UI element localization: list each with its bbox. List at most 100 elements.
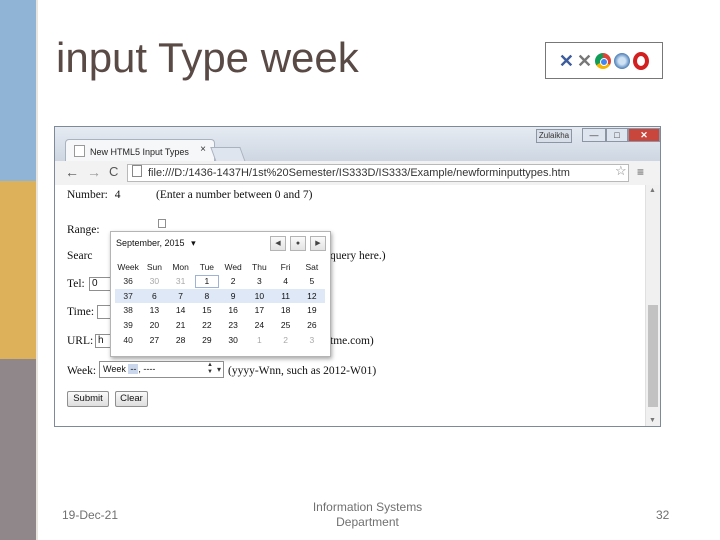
week-number-segment[interactable]: -- — [128, 364, 139, 374]
calendar-day-cell[interactable]: 12 — [298, 288, 325, 304]
tab-title: New HTML5 Input Types — [90, 147, 189, 157]
month-year-selector[interactable]: September, 2015 ▾ — [116, 238, 196, 249]
calendar-day-cell[interactable]: 4 — [273, 274, 299, 289]
calendar-day-cell[interactable]: 15 — [194, 303, 220, 318]
page-icon — [74, 145, 85, 157]
browser-window: New HTML5 Input Types × Zulaikha — □ ✕ ←… — [54, 126, 661, 427]
slide-accent-bar-yellow — [0, 181, 36, 359]
week-number-cell[interactable]: 38 — [115, 303, 141, 318]
week-number-cell[interactable]: 36 — [115, 274, 141, 289]
slide-number: 32 — [656, 508, 670, 522]
forward-arrow-icon[interactable]: → — [87, 164, 101, 180]
week-input[interactable]: Week --, ---- ▲ ▼ ▾ — [99, 361, 224, 378]
browser-titlebar: New HTML5 Input Types × Zulaikha — □ ✕ — [55, 127, 660, 162]
week-number-cell[interactable]: 37 — [115, 288, 142, 304]
range-slider-thumb[interactable] — [158, 219, 166, 228]
current-month-button[interactable]: ● — [290, 236, 306, 251]
calendar-week-row[interactable]: 38 13 14 15 16 17 18 19 — [115, 303, 325, 318]
number-value[interactable]: 4 — [115, 189, 121, 201]
calendar-day-cell[interactable]: 6 — [141, 288, 168, 304]
bookmark-star-icon[interactable]: ☆ — [615, 163, 627, 179]
calendar-header-cell: Tue — [199, 262, 215, 272]
week-hint: (yyyy-Wnn, such as 2012-W01) — [228, 365, 377, 377]
calendar-day-cell[interactable]: 21 — [168, 318, 194, 333]
calendar-day-cell[interactable]: 8 — [193, 288, 220, 304]
x-icon: ✕ — [577, 50, 593, 71]
page-scrollbar[interactable]: ▲ ▼ — [645, 185, 660, 426]
tab-close-icon[interactable]: × — [200, 144, 206, 155]
calendar-day-cell[interactable]: 18 — [273, 303, 299, 318]
browser-tab[interactable]: New HTML5 Input Types × — [65, 139, 215, 161]
calendar-day-cell[interactable]: 1 — [246, 332, 272, 347]
new-tab-button[interactable] — [210, 147, 246, 162]
week-number-cell[interactable]: 40 — [115, 332, 141, 347]
back-arrow-icon[interactable]: ← — [65, 164, 79, 180]
calendar-day-cell[interactable]: 9 — [220, 288, 247, 304]
tel-label: Tel: — [67, 278, 85, 290]
week-spinner-icon[interactable]: ▲ ▼ — [207, 362, 213, 376]
chrome-icon — [595, 52, 612, 69]
scroll-up-icon[interactable]: ▲ — [649, 187, 656, 194]
submit-button[interactable]: Submit — [67, 391, 109, 407]
file-icon — [132, 165, 142, 177]
calendar-day-cell[interactable]: 17 — [246, 303, 272, 318]
calendar-header-cell: Thu — [252, 262, 267, 272]
chevron-down-icon: ▾ — [191, 238, 196, 248]
calendar-day-cell[interactable]: 16 — [220, 303, 246, 318]
browser-logos-box: ✕ ✕ — [545, 42, 663, 79]
calendar-day-cell[interactable]: 30 — [220, 332, 246, 347]
minimize-button[interactable]: — — [582, 128, 606, 142]
calendar-day-cell[interactable]: 1 — [193, 274, 220, 289]
maximize-button[interactable]: □ — [606, 128, 628, 142]
calendar-day-cell[interactable]: 2 — [220, 274, 246, 289]
address-bar[interactable]: file:///D:/1436-1437H/1st%20Semester/IS3… — [127, 164, 629, 182]
calendar-header-cell: Wed — [224, 262, 242, 272]
week-number-cell[interactable]: 39 — [115, 318, 141, 333]
calendar-day-cell[interactable]: 27 — [141, 332, 167, 347]
calendar-week-row[interactable]: 39 20 21 22 23 24 25 26 — [115, 318, 325, 333]
calendar-week-row[interactable]: 40 27 28 29 30 1 2 3 — [115, 332, 325, 347]
calendar-day-cell[interactable]: 29 — [194, 332, 220, 347]
calendar-day-cell[interactable]: 13 — [141, 303, 167, 318]
calendar-day-cell[interactable]: 2 — [273, 332, 299, 347]
calendar-day-cell[interactable]: 23 — [220, 318, 246, 333]
calendar-day-cell[interactable]: 3 — [246, 274, 272, 289]
calendar-day-cell[interactable]: 7 — [167, 288, 194, 304]
slide-accent-bar-gray — [0, 359, 36, 540]
calendar-day-cell[interactable]: 30 — [141, 274, 167, 289]
menu-icon[interactable]: ≡ — [637, 165, 644, 179]
opera-icon — [633, 51, 650, 70]
profile-button[interactable]: Zulaikha — [536, 129, 572, 143]
reload-icon[interactable]: C — [109, 164, 118, 180]
calendar-day-cell[interactable]: 20 — [141, 318, 167, 333]
range-label: Range: — [67, 224, 100, 236]
footer-department: Information Systems Department — [312, 500, 423, 529]
scrollbar-thumb[interactable] — [648, 305, 658, 407]
week-calendar-grid: Week Sun Mon Tue Wed Thu Fri Sat 36 30 31 1 2 3 4 5 37 6… — [115, 260, 325, 347]
week-dropdown-icon[interactable]: ▾ — [217, 362, 221, 377]
calendar-day-cell[interactable]: 24 — [246, 318, 272, 333]
calendar-day-cell[interactable]: 5 — [299, 274, 325, 289]
calendar-day-cell[interactable]: 31 — [168, 274, 194, 289]
calendar-header-cell: Week — [117, 262, 139, 272]
calendar-day-cell[interactable]: 28 — [168, 332, 194, 347]
calendar-week-row[interactable]: 37 6 7 8 9 10 11 12 — [115, 288, 325, 304]
previous-month-button[interactable]: ◀ — [270, 236, 286, 251]
calendar-day-cell[interactable]: 11 — [272, 288, 299, 304]
calendar-header-cell: Sat — [305, 262, 319, 272]
calendar-day-cell[interactable]: 14 — [168, 303, 194, 318]
calendar-day-cell[interactable]: 25 — [273, 318, 299, 333]
calendar-day-cell[interactable]: 19 — [299, 303, 325, 318]
scroll-down-icon[interactable]: ▼ — [649, 417, 656, 424]
calendar-day-cell[interactable]: 22 — [194, 318, 220, 333]
calendar-day-cell[interactable]: 3 — [299, 332, 325, 347]
slide-accent-bar-blue — [0, 0, 36, 181]
calendar-day-cell[interactable]: 10 — [246, 288, 273, 304]
calendar-day-cell[interactable]: 26 — [299, 318, 325, 333]
close-window-button[interactable]: ✕ — [628, 128, 660, 142]
slide-title: input Type week — [56, 34, 359, 81]
calendar-week-row[interactable]: 36 30 31 1 2 3 4 5 — [115, 274, 325, 289]
week-year-segment[interactable]: , ---- — [138, 364, 155, 374]
next-month-button[interactable]: ▶ — [310, 236, 326, 251]
clear-button[interactable]: Clear — [115, 391, 148, 407]
